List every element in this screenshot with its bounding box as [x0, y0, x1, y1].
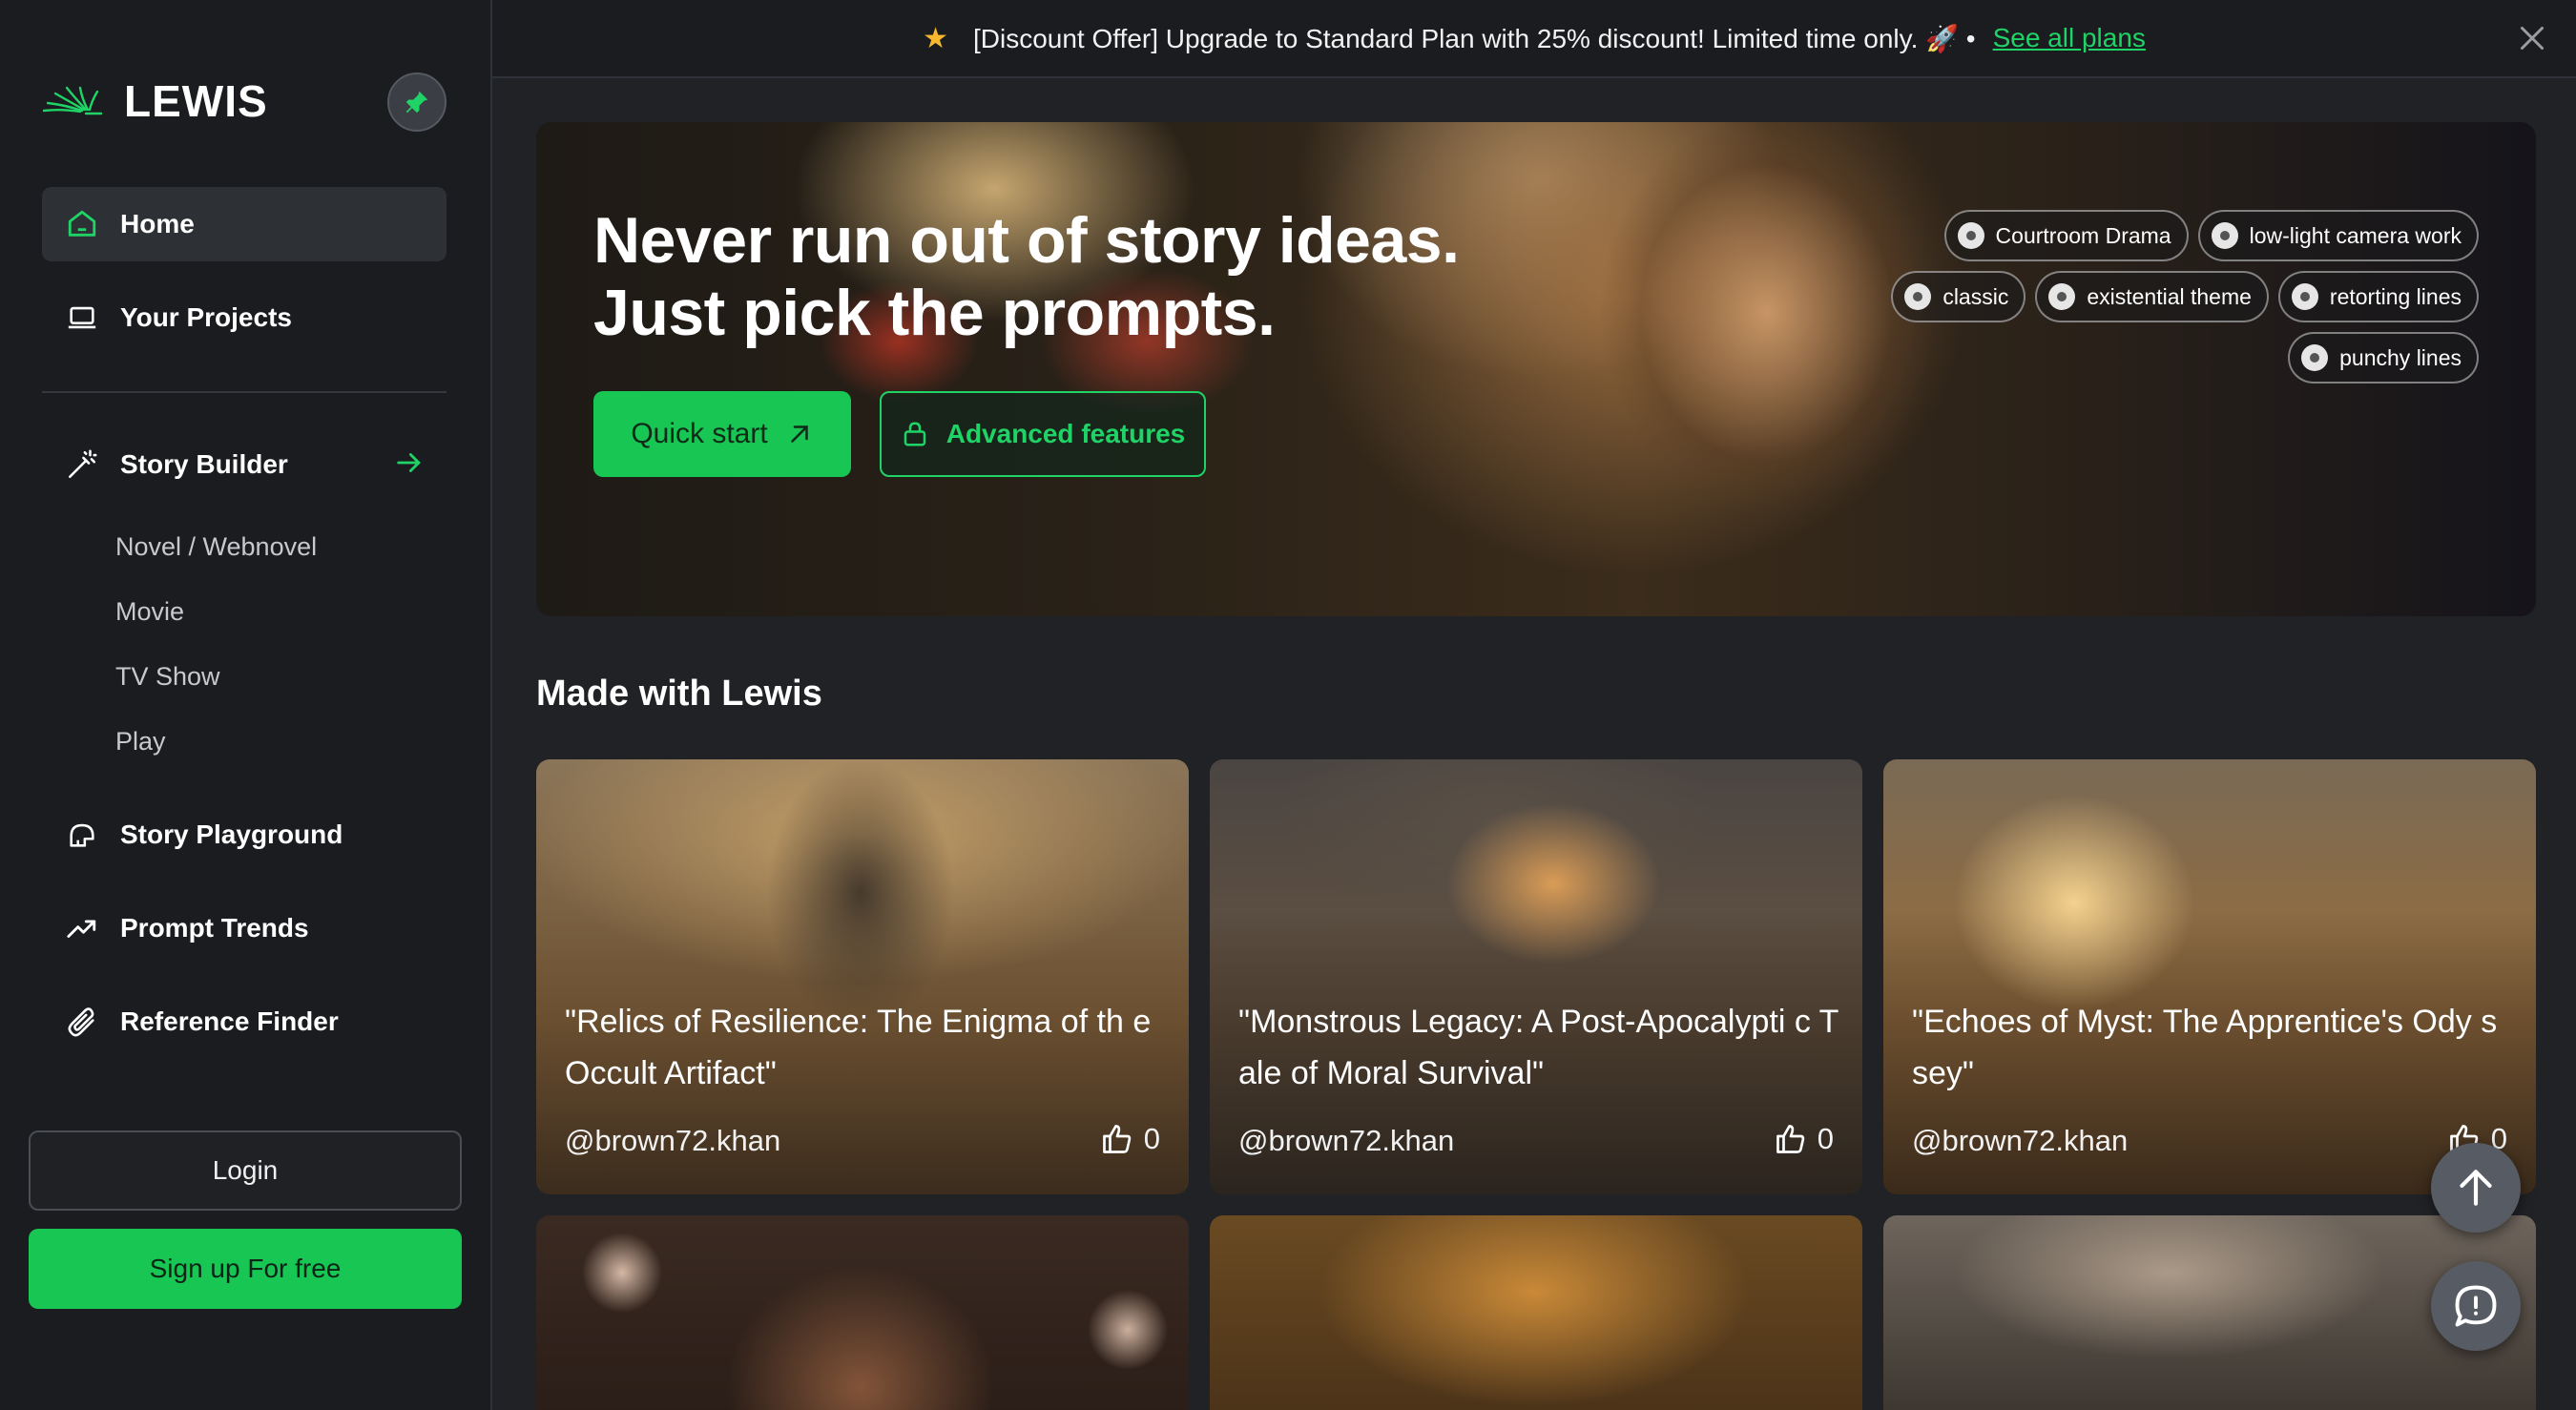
tag-chip[interactable]: low-light camera work [2197, 210, 2479, 261]
tag-chip[interactable]: classic [1891, 271, 2026, 322]
film-reel-icon [2211, 222, 2238, 249]
thumbs-up-icon [1776, 1125, 1804, 1153]
sidebar-item-label: Story Builder [120, 449, 288, 479]
sidebar-item-label: Story Playground [120, 819, 343, 849]
magic-wand-icon [65, 447, 99, 482]
tag-label: existential theme [2087, 283, 2252, 309]
lock-icon [901, 420, 929, 448]
card-title[interactable]: "Echoes of Myst: The Apprentice's Ody ss… [1912, 996, 2513, 1099]
signup-button[interactable]: Sign up For free [29, 1229, 462, 1309]
tag-label: retorting lines [2329, 283, 2462, 309]
film-reel-icon [2048, 283, 2076, 310]
banner-text: [Discount Offer] Upgrade to Standard Pla… [972, 23, 1976, 53]
sidebar-item-label: Your Projects [120, 302, 292, 332]
lewis-logo-icon [42, 86, 103, 115]
sidebar-subitem-movie[interactable]: Movie [115, 597, 184, 627]
card-likes[interactable]: 0 [1774, 1122, 1834, 1156]
film-reel-icon [2291, 283, 2318, 310]
card-title[interactable]: "Relics of Resilience: The Enigma of th … [565, 996, 1166, 1099]
tag-chip[interactable]: Courtroom Drama [1943, 210, 2189, 261]
sidebar-item-your-projects[interactable]: Your Projects [42, 280, 447, 355]
see-all-plans-link[interactable]: See all plans [1993, 23, 2146, 53]
card-author[interactable]: @brown72.khan [1238, 1124, 1454, 1158]
story-card[interactable]: "Monstrous Legacy: A Post-Apocalypti c T… [1210, 759, 1862, 1194]
advanced-features-button[interactable]: Advanced features [880, 391, 1206, 477]
tag-chip[interactable]: punchy lines [2288, 332, 2479, 384]
arrow-right-icon[interactable] [393, 446, 426, 479]
brand[interactable]: LEWIS [42, 69, 268, 134]
story-card[interactable]: "Relics of Resilience: The Enigma of th … [536, 759, 1189, 1194]
sidebar-item-story-playground[interactable]: Story Playground [42, 798, 447, 872]
sidebar-item-reference-finder[interactable]: Reference Finder [42, 985, 447, 1059]
sidebar-item-label: Home [120, 209, 195, 238]
brand-name: LEWIS [124, 76, 268, 126]
likes-count: 0 [1817, 1122, 1834, 1155]
arrow-up-right-icon [785, 420, 814, 448]
tag-chip[interactable]: existential theme [2035, 271, 2269, 322]
quick-start-button[interactable]: Quick start [593, 391, 851, 477]
discount-banner: ★ [Discount Offer] Upgrade to Standard P… [492, 0, 2576, 78]
card-author[interactable]: @brown72.khan [565, 1124, 780, 1158]
tag-label: Courtroom Drama [1995, 222, 2171, 248]
laptop-icon [65, 301, 99, 335]
section-title: Made with Lewis [536, 674, 822, 714]
card-title[interactable]: "Monstrous Legacy: A Post-Apocalypti c T… [1238, 996, 1839, 1099]
hero-title-line-1: Never run out of story ideas. [593, 204, 1460, 277]
sidebar-item-prompt-trends[interactable]: Prompt Trends [42, 891, 447, 965]
story-card[interactable] [536, 1215, 1189, 1410]
tag-chip[interactable]: retorting lines [2277, 271, 2479, 322]
pin-sidebar-button[interactable] [387, 73, 447, 132]
arrow-up-icon [2460, 1170, 2492, 1206]
app-root: LEWIS Home Your Projects Story Builder N… [0, 0, 2576, 1410]
card-likes[interactable]: 0 [1100, 1122, 1160, 1156]
hero-title: Never run out of story ideas. Just pick … [593, 204, 1460, 349]
story-card[interactable] [1210, 1215, 1862, 1410]
tag-label: punchy lines [2339, 344, 2462, 370]
prompt-tags: Courtroom Drama low-light camera work cl… [1849, 210, 2479, 384]
paperclip-icon [65, 1005, 99, 1039]
trending-up-icon [65, 911, 99, 945]
sidebar-subitem-play[interactable]: Play [115, 727, 166, 757]
thumbs-up-icon [1102, 1125, 1131, 1153]
feedback-chat-button[interactable] [2431, 1261, 2521, 1351]
tag-label: classic [1942, 283, 2009, 309]
hero-banner: Never run out of story ideas. Just pick … [536, 122, 2536, 616]
sidebar-item-story-builder[interactable]: Story Builder [42, 427, 447, 502]
home-icon [65, 207, 99, 241]
tag-label: low-light camera work [2249, 222, 2462, 248]
sidebar-item-label: Reference Finder [120, 1006, 339, 1036]
card-author[interactable]: @brown72.khan [1912, 1124, 2128, 1158]
story-card[interactable]: "Echoes of Myst: The Apprentice's Ody ss… [1883, 759, 2536, 1194]
likes-count: 0 [1143, 1122, 1160, 1155]
close-icon[interactable] [2515, 21, 2549, 55]
sidebar-item-label: Prompt Trends [120, 913, 309, 943]
scroll-to-top-button[interactable] [2431, 1143, 2521, 1233]
quick-start-label: Quick start [631, 418, 768, 449]
sidebar: LEWIS Home Your Projects Story Builder N… [0, 0, 492, 1410]
pin-icon [405, 91, 428, 114]
playground-icon [65, 818, 99, 852]
chat-alert-icon [2455, 1285, 2497, 1327]
login-button[interactable]: Login [29, 1130, 462, 1211]
sidebar-item-home[interactable]: Home [42, 187, 447, 261]
film-reel-icon [1957, 222, 1984, 249]
film-reel-icon [2301, 344, 2329, 371]
star-icon: ★ [923, 22, 948, 54]
sidebar-subitem-tv-show[interactable]: TV Show [115, 662, 220, 692]
film-reel-icon [1904, 283, 1932, 310]
sidebar-divider [42, 391, 447, 393]
advanced-features-label: Advanced features [945, 419, 1186, 448]
hero-title-line-2: Just pick the prompts. [593, 277, 1276, 349]
sidebar-subitem-novel[interactable]: Novel / Webnovel [115, 532, 317, 562]
